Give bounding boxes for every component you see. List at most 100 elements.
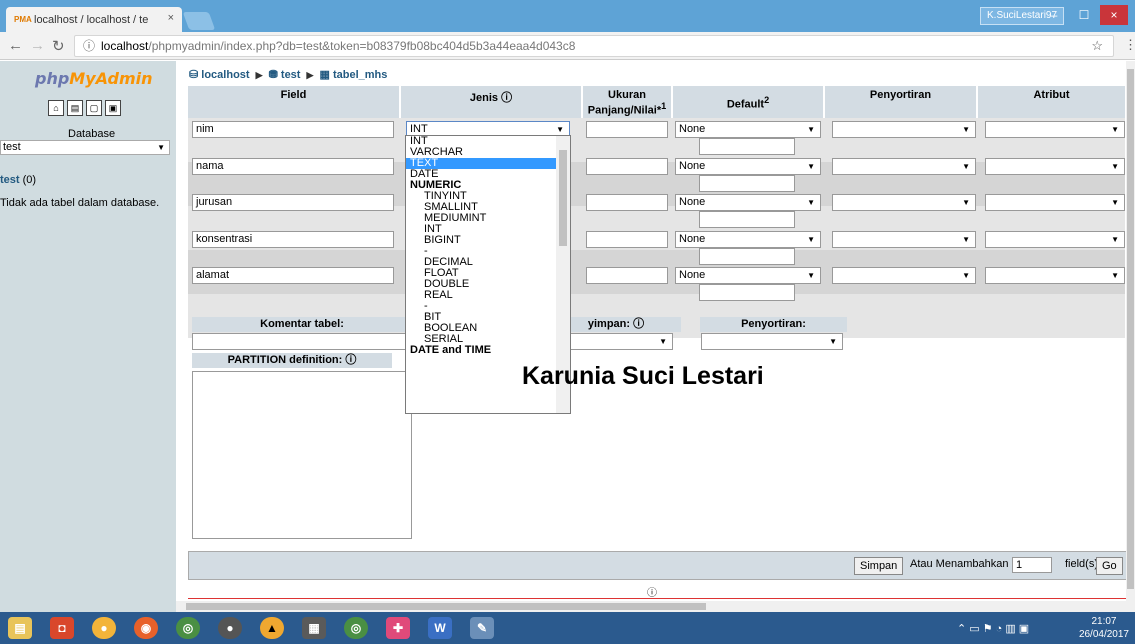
- tab-title: localhost / localhost / te: [34, 13, 149, 26]
- app-icon[interactable]: ◘: [50, 617, 74, 639]
- add-fields-text: Atau Menambahkan: [910, 558, 1009, 570]
- clock[interactable]: 21:07 26/04/2017: [1079, 615, 1129, 641]
- default-select[interactable]: None ▼: [675, 158, 821, 175]
- save-button[interactable]: Simpan: [854, 557, 904, 575]
- table-comment-input[interactable]: [192, 333, 412, 350]
- breadcrumb-server[interactable]: localhost: [201, 69, 249, 81]
- file-explorer-icon[interactable]: ▤: [8, 617, 32, 639]
- help-icon[interactable]: ⓘ: [501, 92, 512, 104]
- default-select[interactable]: None ▼: [675, 194, 821, 211]
- help-icon[interactable]: ⓘ: [647, 584, 657, 599]
- app-icon[interactable]: ●: [92, 617, 116, 639]
- length-input[interactable]: [586, 231, 668, 248]
- database-icon: ⛃: [268, 69, 278, 81]
- default-select[interactable]: None ▼: [675, 267, 821, 284]
- tab-close-icon[interactable]: ×: [168, 12, 174, 24]
- database-select[interactable]: test ▼: [0, 140, 170, 155]
- system-tray[interactable]: ⌃ ▭ ⚑ ◔ ▥ ▣: [957, 622, 1029, 635]
- maximize-button[interactable]: ☐: [1070, 5, 1098, 25]
- browser-titlebar: PMA localhost / localhost / te × K.SuciL…: [0, 0, 1135, 32]
- table-collation-select[interactable]: ▼: [701, 333, 843, 350]
- divider: [188, 598, 1128, 599]
- address-bar[interactable]: ⓘ localhost/phpmyadmin/index.php?db=test…: [74, 35, 1114, 57]
- collation-select[interactable]: ▼: [832, 121, 976, 138]
- dropdown-option[interactable]: DATE and TIME: [406, 345, 570, 356]
- firefox-icon[interactable]: ◉: [134, 617, 158, 639]
- attribute-select[interactable]: ▼: [985, 194, 1125, 211]
- main-content: ⛁ localhost ▶ ⛃ test ▶ ▦ tabel_mhs Field…: [176, 61, 1128, 612]
- add-fields-count-input[interactable]: 1: [1012, 557, 1052, 573]
- calendar-icon[interactable]: ▦: [302, 617, 326, 639]
- query-window-icon[interactable]: ▣: [105, 100, 121, 116]
- length-input[interactable]: [586, 267, 668, 284]
- attribute-select[interactable]: ▼: [985, 121, 1125, 138]
- vertical-scrollbar[interactable]: [1126, 61, 1135, 612]
- header-jenis: Jenis ⓘ: [401, 86, 581, 119]
- pma-sidebar: phpMyAdmin ⌂ ▤ ▢ ▣ Database test ▼ test …: [0, 61, 176, 612]
- app-icon[interactable]: ▲: [260, 617, 284, 639]
- app-icon[interactable]: ✚: [386, 617, 410, 639]
- minimize-button[interactable]: –: [1040, 5, 1068, 25]
- length-input[interactable]: [586, 194, 668, 211]
- default-value-input[interactable]: [699, 138, 795, 155]
- go-button[interactable]: Go: [1096, 557, 1123, 575]
- default-value-input[interactable]: [699, 248, 795, 265]
- help-icon[interactable]: ⓘ: [345, 354, 356, 366]
- phpmyadmin-logo[interactable]: phpMyAdmin: [35, 69, 153, 88]
- field-name-input[interactable]: nim: [192, 121, 394, 138]
- breadcrumb-table[interactable]: tabel_mhs: [333, 69, 387, 81]
- default-select[interactable]: None ▼: [675, 231, 821, 248]
- browser-toolbar: ← → ↻ ⓘ localhost/phpmyadmin/index.php?d…: [0, 32, 1135, 60]
- chrome-icon[interactable]: ◎: [176, 617, 200, 639]
- server-icon: ⛁: [189, 69, 199, 81]
- home-icon[interactable]: ⌂: [48, 100, 64, 116]
- app-icon[interactable]: ●: [218, 617, 242, 639]
- word-icon[interactable]: W: [428, 617, 452, 639]
- dropdown-option[interactable]: REAL: [406, 290, 570, 301]
- collation-select[interactable]: ▼: [832, 194, 976, 211]
- database-link[interactable]: test (0): [0, 174, 36, 186]
- partition-textarea[interactable]: [192, 371, 412, 539]
- default-value-input[interactable]: [699, 284, 795, 301]
- breadcrumb-db[interactable]: test: [281, 69, 301, 81]
- collation-select[interactable]: ▼: [832, 158, 976, 175]
- paint-icon[interactable]: ✎: [470, 617, 494, 639]
- chrome-icon[interactable]: ◎: [344, 617, 368, 639]
- field-name-input[interactable]: konsentrasi: [192, 231, 394, 248]
- url-host: localhost: [101, 39, 149, 53]
- docs-icon[interactable]: ▢: [86, 100, 102, 116]
- field-name-input[interactable]: nama: [192, 158, 394, 175]
- header-field: Field: [188, 86, 399, 119]
- sql-icon[interactable]: ▤: [67, 100, 83, 116]
- default-value-input[interactable]: [699, 175, 795, 192]
- back-arrow-icon[interactable]: ←: [8, 37, 23, 54]
- table-comment-label: Komentar tabel:: [192, 317, 412, 332]
- browser-tab[interactable]: PMA localhost / localhost / te ×: [6, 7, 182, 32]
- length-input[interactable]: [586, 158, 668, 175]
- collation-select[interactable]: ▼: [832, 231, 976, 248]
- horizontal-scrollbar[interactable]: [176, 601, 1135, 612]
- database-label: Database: [68, 128, 116, 140]
- reload-icon[interactable]: ↻: [52, 37, 65, 55]
- close-window-button[interactable]: ×: [1100, 5, 1128, 25]
- default-value-input[interactable]: [699, 211, 795, 228]
- watermark-text: Karunia Suci Lestari: [522, 362, 764, 390]
- url-path: /phpmyadmin/index.php?db=test&token=b083…: [148, 39, 576, 53]
- help-icon[interactable]: ⓘ: [633, 318, 644, 330]
- bookmark-star-icon[interactable]: ☆: [1091, 36, 1103, 56]
- info-icon[interactable]: ⓘ: [83, 36, 95, 56]
- length-input[interactable]: [586, 121, 668, 138]
- field-name-input[interactable]: alamat: [192, 267, 394, 284]
- forward-arrow-icon[interactable]: →: [30, 37, 45, 54]
- collation-select[interactable]: ▼: [832, 267, 976, 284]
- attribute-select[interactable]: ▼: [985, 267, 1125, 284]
- field-name-input[interactable]: jurusan: [192, 194, 394, 211]
- dropdown-option[interactable]: BIGINT: [406, 235, 570, 246]
- attribute-select[interactable]: ▼: [985, 158, 1125, 175]
- table-collation-label: Penyortiran:: [700, 317, 847, 332]
- attribute-select[interactable]: ▼: [985, 231, 1125, 248]
- new-tab-button[interactable]: [182, 12, 216, 30]
- default-select[interactable]: None ▼: [675, 121, 821, 138]
- browser-menu-icon[interactable]: ⋮: [1124, 37, 1135, 53]
- storage-engine-select[interactable]: ▼: [561, 333, 673, 350]
